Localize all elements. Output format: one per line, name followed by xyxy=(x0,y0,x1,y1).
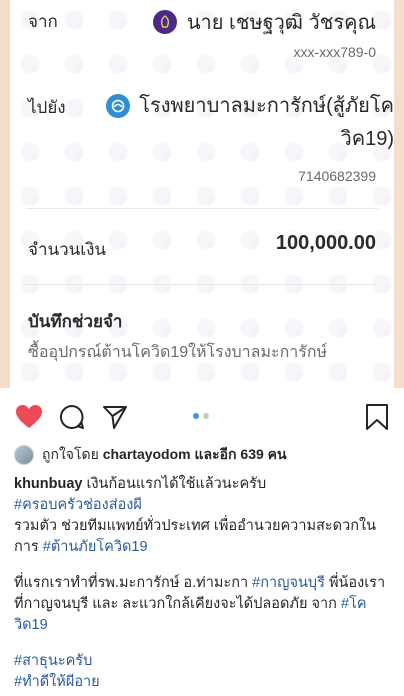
hashtag-link[interactable]: #สาธุนะครับ xyxy=(14,653,92,669)
divider xyxy=(26,284,378,285)
caption-text: รวมตัว ช่วยทีมแพทย์ทั่วประเทศ เพื่ออำนวย… xyxy=(14,518,376,534)
memo-text: ซื้ออุปกรณ์ต้านโควิด19ให้โรงบาลมะการักษ์ xyxy=(28,344,328,361)
carousel-dot-active xyxy=(193,413,199,419)
recipient-account: 7140682399 xyxy=(298,168,376,184)
to-label: ไปยัง xyxy=(28,98,66,117)
caption-text: การ xyxy=(14,539,39,555)
like-button[interactable] xyxy=(14,402,44,432)
likes-summary: ถูกใจโดย chartayodom และอีก 639 คน xyxy=(14,444,287,466)
divider xyxy=(26,208,378,209)
carousel-indicator xyxy=(193,413,209,419)
carousel-dot xyxy=(203,413,209,419)
memo-label: บันทึกช่วยจำ xyxy=(28,312,123,331)
hashtag-link[interactable]: #กาญจนบุรี xyxy=(252,575,325,591)
heart-filled-icon xyxy=(16,405,42,428)
from-label: จาก xyxy=(28,12,58,31)
post-caption: khunbuay เงินก้อนแรกได้ใช้แล้วนะครับ #คร… xyxy=(14,474,396,693)
sender-account: xxx-xxx789-0 xyxy=(293,44,376,60)
hashtag-link[interactable]: #โค xyxy=(341,596,367,612)
liker-username[interactable]: chartayodom xyxy=(103,446,191,462)
hashtag-link[interactable]: #ต้านภัยโควิด19 xyxy=(43,539,148,555)
comment-button[interactable] xyxy=(57,402,87,432)
recipient-logo-icon xyxy=(106,94,130,118)
caption-text: เงินก้อนแรกได้ใช้แล้วนะครับ xyxy=(86,476,267,492)
hashtag-link[interactable]: #ทำดีให้ผีอาย xyxy=(14,674,100,690)
caption-text: ที่แรกเราทำที่รพ.มะการักษ์ อ.ท่ามะกา xyxy=(14,575,249,591)
post-image[interactable]: จาก นาย เชษฐวุฒิ วัชรคุณ xxx-xxx789-0 ไป… xyxy=(0,0,404,388)
likes-count[interactable]: 639 คน xyxy=(240,446,286,462)
hashtag-link[interactable]: วิด19 xyxy=(14,617,48,633)
amount-label: จำนวนเงิน xyxy=(28,240,107,259)
likes-prefix: ถูกใจโดย xyxy=(42,446,99,462)
save-button[interactable] xyxy=(362,402,392,432)
caption-text: ที่กาญจนบุรี และ ละแวกใกล้เคียงจะได้ปลอด… xyxy=(14,596,337,612)
caption-text: พี่น้องเรา xyxy=(328,575,386,591)
avatar[interactable] xyxy=(14,445,34,465)
sender-line: นาย เชษฐวุฒิ วัชรคุณ xyxy=(152,6,376,38)
likes-middle: และอีก xyxy=(194,446,237,462)
bank-logo-icon xyxy=(152,10,177,34)
caption-username[interactable]: khunbuay xyxy=(14,476,82,492)
post-actions xyxy=(0,400,404,434)
transfer-slip: จาก นาย เชษฐวุฒิ วัชรคุณ xxx-xxx789-0 ไป… xyxy=(10,0,394,388)
hashtag-link[interactable]: #ครอบครัวช่องส่องผี xyxy=(14,497,142,513)
share-button[interactable] xyxy=(100,402,130,432)
recipient-name: โรงพยาบาลมะการักษ์(สู้ภัยโควิค19) xyxy=(139,95,394,150)
send-icon xyxy=(103,406,127,429)
bookmark-icon xyxy=(366,404,388,430)
comment-icon xyxy=(60,404,84,429)
sender-name: นาย เชษฐวุฒิ วัชรคุณ xyxy=(186,12,376,34)
amount-value: 100,000.00 xyxy=(275,232,376,254)
